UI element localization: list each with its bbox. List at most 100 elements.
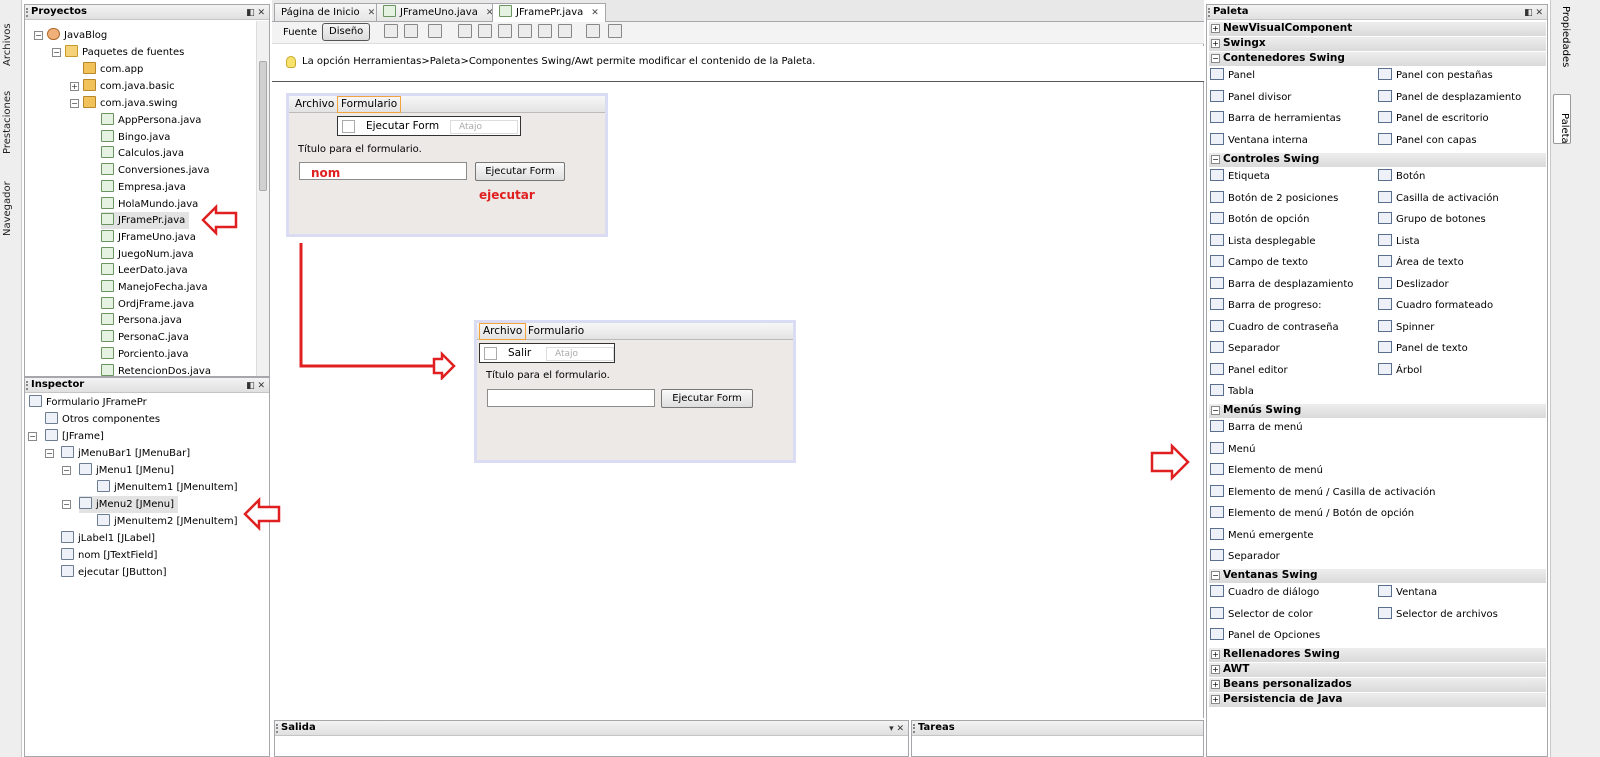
palette-category[interactable]: + AWT [1209,663,1546,677]
collapse-icon[interactable]: − [1211,155,1220,164]
palette-item[interactable]: Elemento de menú [1210,462,1323,480]
form-preview-2[interactable]: Archivo Formulario Salir Atajo Título pa… [474,320,796,463]
palette-item[interactable]: Botón de 2 posiciones [1210,190,1338,208]
close-icon[interactable]: ✕ [591,8,599,18]
tree-java-file[interactable]: HolaMundo.java [101,196,198,213]
palette-category[interactable]: + Rellenadores Swing [1209,648,1546,662]
palette-item[interactable]: Barra de desplazamiento [1210,276,1353,294]
menu-item-salir[interactable]: Salir [508,344,531,362]
palette-item[interactable]: Separador [1210,340,1280,358]
sidebar-tab-archivos[interactable]: Archivos [2,6,20,66]
form1-execute-button[interactable]: Ejecutar Form [475,162,565,181]
tree-java-file[interactable]: Porciento.java [101,346,188,363]
selection-mode-icon[interactable] [384,24,398,38]
preview-design-icon[interactable] [428,24,442,38]
palette-item[interactable]: Selector de color [1210,606,1313,624]
palette-category[interactable]: − Contenedores Swing [1209,52,1546,66]
palette-item[interactable]: Panel de escritorio [1378,110,1489,128]
palette-item[interactable]: Panel con capas [1378,132,1477,150]
palette-item[interactable]: Menú emergente [1210,527,1314,545]
inspector-node[interactable]: nom [JTextField] [61,547,157,564]
palette-item[interactable]: Árbol [1378,362,1422,380]
sidebar-tab-propiedades[interactable]: Propiedades [1555,6,1571,67]
palette-category[interactable]: + NewVisualComponent [1209,22,1546,36]
tab-pagina-inicio[interactable]: Página de Inicio ✕ [274,3,383,21]
palette-item[interactable]: Spinner [1378,319,1434,337]
palette-item[interactable]: Menú [1210,441,1255,459]
palette-item[interactable]: Lista [1378,233,1420,251]
tab-jframepr[interactable]: JFramePr.java ✕ [492,3,606,22]
palette-item[interactable]: Cuadro de contraseña [1210,319,1339,337]
expander-icon[interactable]: − [28,432,37,441]
resize-horizontal-icon[interactable] [586,24,600,38]
palette-item[interactable]: Área de texto [1378,254,1464,272]
palette-item[interactable]: Elemento de menú / Casilla de activación [1210,484,1435,502]
tree-package[interactable]: com.java.basic [83,78,175,95]
align-left-icon[interactable] [458,24,472,38]
palette-category[interactable]: + Swingx [1209,37,1546,51]
menu-formulario[interactable]: Formulario [525,323,587,340]
palette-item[interactable]: Deslizador [1378,276,1449,294]
align-bottom-icon[interactable] [538,24,552,38]
menu-item-ejecutar-form[interactable]: Ejecutar Form [366,117,439,135]
inspector-node[interactable]: jMenuItem1 [JMenuItem] [97,479,238,496]
tree-source-packages[interactable]: Paquetes de fuentes [65,44,184,61]
inspector-node[interactable]: [JFrame] [45,428,104,445]
palette-item[interactable]: Elemento de menú / Botón de opción [1210,505,1414,523]
palette-item[interactable]: Tabla [1210,383,1254,401]
connection-mode-icon[interactable] [404,24,418,38]
expand-icon[interactable]: + [1211,39,1220,48]
tree-java-file[interactable]: OrdjFrame.java [101,296,194,313]
expand-icon[interactable]: + [1211,650,1220,659]
inspector-node[interactable]: jLabel1 [JLabel] [61,530,155,547]
menu-archivo[interactable]: Archivo [479,323,527,340]
align-top-icon[interactable] [518,24,532,38]
expand-icon[interactable]: + [1211,680,1220,689]
expand-icon[interactable]: + [1211,665,1220,674]
tree-project-root[interactable]: JavaBlog [47,27,107,44]
palette-item[interactable]: Panel de desplazamiento [1378,89,1521,107]
palette-item[interactable]: Barra de menú [1210,419,1303,437]
expand-icon[interactable]: + [1211,24,1220,33]
palette-category[interactable]: − Menús Swing [1209,404,1546,418]
expander-icon[interactable]: − [62,466,71,475]
tree-java-file[interactable]: JuegoNum.java [101,246,194,263]
accelerator-field[interactable]: Atajo [450,120,518,134]
inspector-node[interactable]: jMenuItem2 [JMenuItem] [97,513,238,530]
palette-item[interactable]: Campo de texto [1210,254,1308,272]
expander-icon[interactable]: + [70,82,79,91]
palette-item[interactable]: Separador [1210,548,1280,566]
palette-item[interactable]: Ventana interna [1210,132,1308,150]
palette-item[interactable]: Panel editor [1210,362,1288,380]
palette-item[interactable]: Botón [1378,168,1425,186]
palette-item[interactable]: Lista desplegable [1210,233,1316,251]
source-button[interactable]: Fuente [276,24,324,42]
expander-icon[interactable]: − [70,99,79,108]
palette-item[interactable]: Panel divisor [1210,89,1291,107]
collapse-icon[interactable]: − [1211,406,1220,415]
inspector-node[interactable]: jMenu1 [JMenu] [79,462,174,479]
tree-java-file[interactable]: Bingo.java [101,129,170,146]
expander-icon[interactable]: − [52,48,61,57]
resize-vertical-icon[interactable] [608,24,622,38]
panel-controls-icon[interactable]: ◧ ✕ [1524,6,1543,20]
palette-item[interactable]: Etiqueta [1210,168,1270,186]
form2-text-field[interactable] [487,389,655,407]
align-center-icon[interactable] [498,24,512,38]
panel-controls-icon[interactable]: ◧ ✕ [246,6,265,20]
expander-icon[interactable]: − [34,31,43,40]
close-icon[interactable]: ✕ [368,8,376,18]
panel-controls-icon[interactable]: ◧ ✕ [246,379,265,393]
inspector-node[interactable]: jMenu2 [JMenu] [79,496,178,513]
tree-package[interactable]: com.java.swing [83,95,178,112]
sidebar-tab-prestaciones[interactable]: Prestaciones [2,78,20,154]
palette-item[interactable]: Grupo de botones [1378,211,1486,229]
palette-category[interactable]: − Ventanas Swing [1209,569,1546,583]
tree-java-file[interactable]: Conversiones.java [101,162,210,179]
accelerator-field[interactable]: Atajo [546,347,614,361]
tree-java-file[interactable]: Calculos.java [101,145,184,162]
palette-item[interactable]: Panel [1210,67,1255,85]
collapse-icon[interactable]: − [1211,54,1220,63]
palette-item[interactable]: Botón de opción [1210,211,1309,229]
tree-java-file[interactable]: JFramePr.java [101,212,190,230]
